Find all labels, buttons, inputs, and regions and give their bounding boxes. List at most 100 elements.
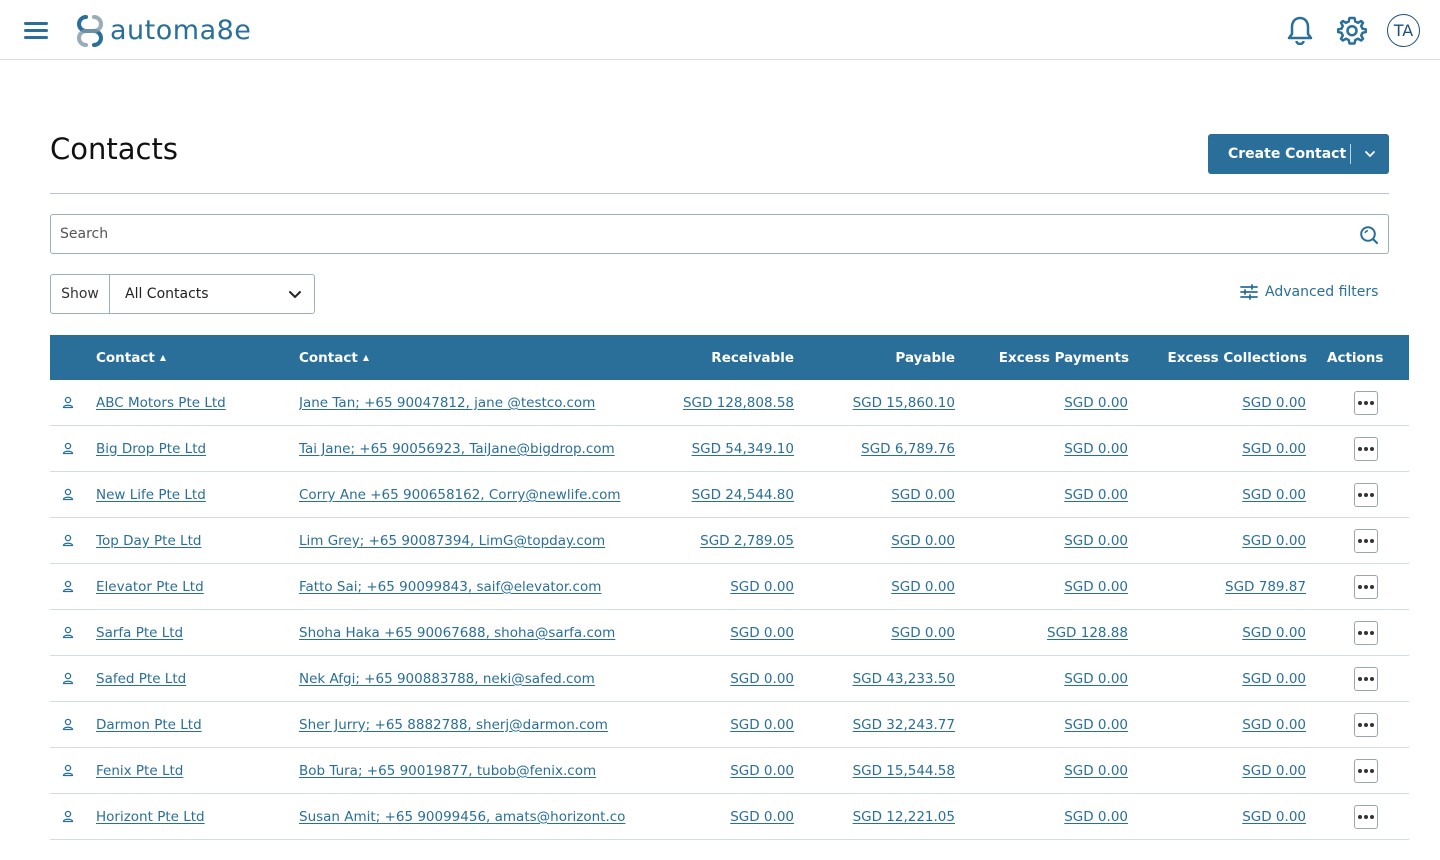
- excess-payments-link[interactable]: SGD 0.00: [1064, 395, 1128, 411]
- contact-details-link[interactable]: Fatto Sai; +65 90099843, saif@elevator.c…: [299, 579, 601, 595]
- create-contact-button[interactable]: Create Contact: [1208, 134, 1389, 174]
- more-actions-icon[interactable]: [1354, 758, 1378, 783]
- receivable-link[interactable]: SGD 2,789.05: [700, 533, 794, 549]
- contact-details-link[interactable]: Sher Jurry; +65 8882788, sherj@darmon.co…: [299, 717, 608, 733]
- excess-collections-link[interactable]: SGD 0.00: [1242, 763, 1306, 779]
- more-actions-icon[interactable]: [1354, 528, 1378, 553]
- table-row: Fenix Pte Ltd Bob Tura; +65 90019877, tu…: [50, 748, 1409, 794]
- contact-details-link[interactable]: Corry Ane +65 900658162, Corry@newlife.c…: [299, 487, 621, 503]
- logo[interactable]: automa8e: [72, 12, 251, 48]
- payable-link[interactable]: SGD 6,789.76: [861, 441, 955, 457]
- excess-collections-link[interactable]: SGD 0.00: [1242, 441, 1306, 457]
- excess-payments-link[interactable]: SGD 0.00: [1064, 533, 1128, 549]
- payable-link[interactable]: SGD 32,243.77: [853, 717, 955, 733]
- table-row: Darmon Pte Ltd Sher Jurry; +65 8882788, …: [50, 702, 1409, 748]
- contact-name-link[interactable]: Fenix Pte Ltd: [96, 763, 183, 779]
- header-contact-details[interactable]: Contact ▲: [299, 335, 369, 380]
- search-icon[interactable]: [1358, 224, 1380, 246]
- payable-link[interactable]: SGD 0.00: [891, 533, 955, 549]
- contact-details-link[interactable]: Lim Grey; +65 90087394, LimG@topday.com: [299, 533, 605, 549]
- contact-name-link[interactable]: Horizont Pte Ltd: [96, 809, 205, 825]
- contact-details-link[interactable]: Jane Tan; +65 90047812, jane @testco.com: [299, 395, 595, 411]
- excess-collections-link[interactable]: SGD 0.00: [1242, 625, 1306, 641]
- excess-collections-link[interactable]: SGD 0.00: [1242, 809, 1306, 825]
- table-row: Horizont Pte Ltd Susan Amit; +65 9009945…: [50, 794, 1409, 840]
- excess-collections-link[interactable]: SGD 0.00: [1242, 487, 1306, 503]
- contact-details-link[interactable]: Bob Tura; +65 90019877, tubob@fenix.com: [299, 763, 596, 779]
- create-contact-label: Create Contact: [1228, 146, 1347, 162]
- more-actions-icon[interactable]: [1354, 712, 1378, 737]
- excess-payments-link[interactable]: SGD 128.88: [1047, 625, 1128, 641]
- receivable-link[interactable]: SGD 0.00: [730, 809, 794, 825]
- contact-name-link[interactable]: Sarfa Pte Ltd: [96, 625, 183, 641]
- excess-payments-link[interactable]: SGD 0.00: [1064, 579, 1128, 595]
- excess-collections-link[interactable]: SGD 0.00: [1242, 717, 1306, 733]
- contact-name-link[interactable]: ABC Motors Pte Ltd: [96, 395, 226, 411]
- more-actions-icon[interactable]: [1354, 620, 1378, 645]
- contact-name-link[interactable]: New Life Pte Ltd: [96, 487, 206, 503]
- receivable-link[interactable]: SGD 54,349.10: [692, 441, 794, 457]
- contact-details-link[interactable]: Nek Afgi; +65 900883788, neki@safed.com: [299, 671, 595, 687]
- contact-details-link[interactable]: Susan Amit; +65 90099456, amats@horizont…: [299, 809, 625, 825]
- bell-icon[interactable]: [1284, 14, 1316, 46]
- excess-payments-link[interactable]: SGD 0.00: [1064, 441, 1128, 457]
- contact-details-link[interactable]: Shoha Haka +65 90067688, shoha@sarfa.com: [299, 625, 615, 641]
- payable-link[interactable]: SGD 0.00: [891, 579, 955, 595]
- user-avatar[interactable]: TA: [1387, 14, 1420, 47]
- header-contact-name[interactable]: Contact ▲: [96, 335, 166, 380]
- more-actions-icon[interactable]: [1354, 574, 1378, 599]
- excess-payments-link[interactable]: SGD 0.00: [1064, 487, 1128, 503]
- menu-icon[interactable]: [22, 18, 50, 42]
- receivable-link[interactable]: SGD 0.00: [730, 625, 794, 641]
- receivable-link[interactable]: SGD 24,544.80: [692, 487, 794, 503]
- excess-payments-link[interactable]: SGD 0.00: [1064, 763, 1128, 779]
- receivable-link[interactable]: SGD 0.00: [730, 717, 794, 733]
- table-row: Safed Pte Ltd Nek Afgi; +65 900883788, n…: [50, 656, 1409, 702]
- payable-link[interactable]: SGD 15,544.58: [853, 763, 955, 779]
- more-actions-icon[interactable]: [1354, 666, 1378, 691]
- more-actions-icon[interactable]: [1354, 482, 1378, 507]
- contact-name-link[interactable]: Top Day Pte Ltd: [96, 533, 201, 549]
- header-receivable[interactable]: Receivable: [650, 335, 794, 380]
- header-excess-collections[interactable]: Excess Collections: [1140, 335, 1307, 380]
- page-title: Contacts: [50, 132, 178, 166]
- excess-payments-link[interactable]: SGD 0.00: [1064, 717, 1128, 733]
- receivable-link[interactable]: SGD 0.00: [730, 763, 794, 779]
- receivable-link[interactable]: SGD 0.00: [730, 579, 794, 595]
- receivable-link[interactable]: SGD 0.00: [730, 671, 794, 687]
- excess-collections-link[interactable]: SGD 0.00: [1242, 671, 1306, 687]
- more-actions-icon[interactable]: [1354, 804, 1378, 829]
- sort-up-icon: ▲: [362, 353, 369, 362]
- person-icon: [62, 472, 76, 517]
- contact-name-link[interactable]: Safed Pte Ltd: [96, 671, 186, 687]
- payable-link[interactable]: SGD 12,221.05: [853, 809, 955, 825]
- payable-link[interactable]: SGD 0.00: [891, 625, 955, 641]
- table-body: ABC Motors Pte Ltd Jane Tan; +65 9004781…: [50, 380, 1409, 840]
- receivable-link[interactable]: SGD 128,808.58: [683, 395, 794, 411]
- excess-collections-link[interactable]: SGD 0.00: [1242, 533, 1306, 549]
- payable-link[interactable]: SGD 15,860.10: [853, 395, 955, 411]
- chevron-down-icon[interactable]: [1351, 150, 1389, 158]
- gear-icon[interactable]: [1336, 14, 1368, 46]
- contact-details-link[interactable]: Tai Jane; +65 90056923, TaiJane@bigdrop.…: [299, 441, 615, 457]
- contact-name-link[interactable]: Darmon Pte Ltd: [96, 717, 202, 733]
- advanced-filters-link[interactable]: Advanced filters: [1240, 284, 1378, 300]
- more-actions-icon[interactable]: [1354, 436, 1378, 461]
- show-select[interactable]: All Contacts: [110, 275, 314, 313]
- excess-collections-link[interactable]: SGD 0.00: [1242, 395, 1306, 411]
- payable-link[interactable]: SGD 43,233.50: [853, 671, 955, 687]
- search-input[interactable]: [60, 215, 1340, 253]
- contact-name-link[interactable]: Elevator Pte Ltd: [96, 579, 204, 595]
- more-actions-icon[interactable]: [1354, 390, 1378, 415]
- payable-link[interactable]: SGD 0.00: [891, 487, 955, 503]
- excess-collections-link[interactable]: SGD 789.87: [1225, 579, 1306, 595]
- logo-text: automa8e: [110, 14, 252, 46]
- excess-payments-link[interactable]: SGD 0.00: [1064, 671, 1128, 687]
- contact-name-link[interactable]: Big Drop Pte Ltd: [96, 441, 206, 457]
- person-icon: [62, 794, 76, 839]
- person-icon: [62, 564, 76, 609]
- header-excess-payments[interactable]: Excess Payments: [970, 335, 1129, 380]
- excess-payments-link[interactable]: SGD 0.00: [1064, 809, 1128, 825]
- table-row: ABC Motors Pte Ltd Jane Tan; +65 9004781…: [50, 380, 1409, 426]
- header-payable[interactable]: Payable: [810, 335, 955, 380]
